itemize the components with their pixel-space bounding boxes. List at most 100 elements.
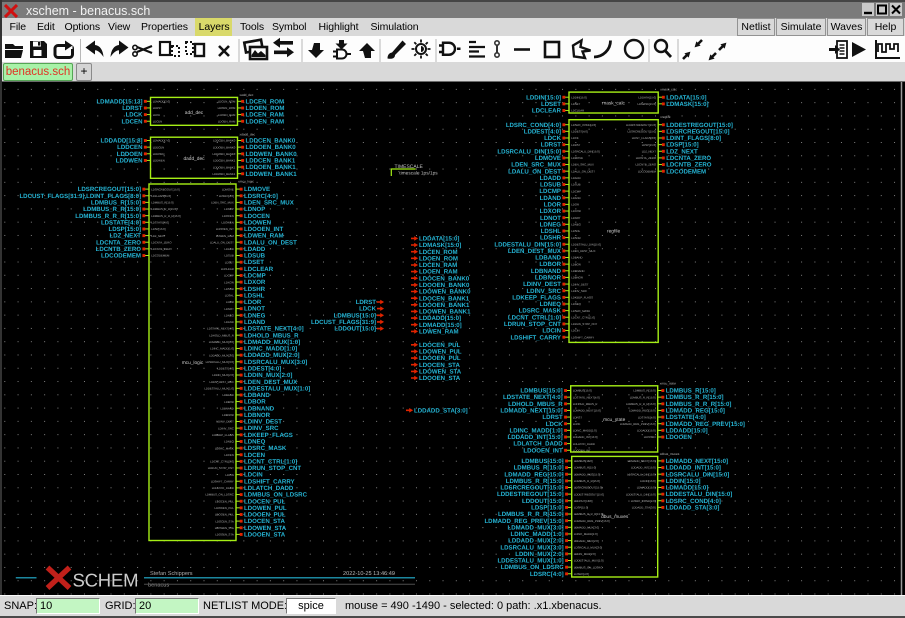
svg-text:LDSRCREGOUT[15:0]: LDSRCREGOUT[15:0] bbox=[628, 130, 657, 134]
svg-text:LDNEQ: LDNEQ bbox=[224, 440, 234, 444]
svg-text:LDMADD_MUX[3:0]: LDMADD_MUX[3:0] bbox=[574, 526, 599, 530]
svg-text:LDOOEN_INT: LDOOEN_INT bbox=[573, 449, 591, 453]
svg-text:LDOOEN_STA: LDOOEN_STA bbox=[215, 533, 234, 537]
svg-text:LDMADD[2:0]: LDMADD[2:0] bbox=[153, 100, 170, 104]
svg-text:LDNEQ: LDNEQ bbox=[571, 302, 581, 306]
svg-text:LDSP[15:0]: LDSP[15:0] bbox=[642, 143, 657, 147]
svg-text:LDDADD_MUX[2:0]: LDDADD_MUX[2:0] bbox=[574, 539, 599, 543]
svg-text:LDDCEN_BANK1: LDDCEN_BANK1 bbox=[213, 159, 236, 163]
svg-text:LDMADD[7:0]: LDMADD[7:0] bbox=[153, 139, 170, 143]
svg-text:LDSUB: LDSUB bbox=[571, 183, 580, 187]
svg-text:LDDIN[15:0]: LDDIN[15:0] bbox=[571, 95, 587, 99]
svg-text:LDSRCREGOUT[15:0]: LDSRCREGOUT[15:0] bbox=[151, 187, 180, 191]
svg-text:LDOR: LDOR bbox=[226, 300, 234, 304]
svg-text:LDDOEN: LDDOEN bbox=[153, 152, 165, 156]
svg-text:LDDCEN_BANK0: LDDCEN_BANK0 bbox=[213, 139, 236, 143]
svg-text:dadd_dec: dadd_dec bbox=[183, 156, 205, 162]
svg-text:LDSHR: LDSHR bbox=[224, 287, 233, 291]
svg-text:LDDESTALU_DIN[15:0]: LDDESTALU_DIN[15:0] bbox=[626, 492, 656, 496]
svg-text:LDOEN_RAM: LDOEN_RAM bbox=[218, 119, 236, 123]
svg-text:LDEN_SRC_MUX: LDEN_SRC_MUX bbox=[211, 201, 234, 205]
svg-text:LDEN_DEST_MUX: LDEN_DEST_MUX bbox=[571, 249, 595, 253]
svg-text:LDMBUS_R_R_R[15:0]: LDMBUS_R_R_R[15:0] bbox=[574, 512, 604, 516]
svg-text:LDSTATE_NEXT[4:0]: LDSTATE_NEXT[4:0] bbox=[573, 395, 600, 399]
svg-text:LDOCEN: LDOCEN bbox=[222, 214, 234, 218]
svg-text:LDSRC_MASK: LDSRC_MASK bbox=[571, 309, 590, 313]
svg-text:LDCLEAR: LDCLEAR bbox=[221, 267, 234, 271]
svg-text:LDALU_ON_DEST: LDALU_ON_DEST bbox=[571, 169, 595, 173]
svg-text:LDOWEN: LDOWEN bbox=[222, 221, 234, 225]
svg-text:LDCLEAR: LDCLEAR bbox=[532, 108, 562, 115]
svg-text:LDMADD_REG[15:0]: LDMADD_REG[15:0] bbox=[629, 409, 656, 413]
svg-text:LDDESTREGOUT[15:0]: LDDESTREGOUT[15:0] bbox=[574, 492, 604, 496]
svg-text:LDWEN_RAM: LDWEN_RAM bbox=[419, 329, 459, 336]
svg-text:LDNEG: LDNEG bbox=[224, 314, 234, 318]
svg-text:LDNOT: LDNOT bbox=[571, 216, 581, 220]
svg-text:LDMBUS[15:0]: LDMBUS[15:0] bbox=[573, 389, 592, 393]
svg-text:LDDOUT[15:0]: LDDOUT[15:0] bbox=[574, 499, 593, 503]
svg-text:LDCEN: LDCEN bbox=[224, 453, 233, 457]
svg-text:LDOWEN_PUL: LDOWEN_PUL bbox=[215, 506, 235, 510]
svg-text:LDINC_MADD[1:0]: LDINC_MADD[1:0] bbox=[210, 347, 234, 351]
svg-text:LDMADD_REG_PREV[15:0]: LDMADD_REG_PREV[15:0] bbox=[574, 519, 610, 523]
svg-text:LDEN_DEST_MUX: LDEN_DEST_MUX bbox=[210, 380, 234, 384]
svg-text:LDBOR: LDBOR bbox=[571, 262, 581, 266]
svg-text:LDDIN_MUX[2:0]: LDDIN_MUX[2:0] bbox=[574, 552, 596, 556]
svg-text:LDSRCALU_MUX[3:0]: LDSRCALU_MUX[3:0] bbox=[206, 360, 234, 364]
svg-text:LDSRC[4:0]: LDSRC[4:0] bbox=[530, 571, 564, 578]
svg-text:LDCK: LDCK bbox=[153, 113, 161, 117]
svg-text:LDSHIFT_CARRY: LDSHIFT_CARRY bbox=[211, 480, 234, 484]
svg-text:LDMBUS_R_R_R[15:0]: LDMBUS_R_R_R[15:0] bbox=[626, 402, 656, 406]
svg-text:LDDESTALU_MUX[1:0]: LDDESTALU_MUX[1:0] bbox=[204, 387, 234, 391]
svg-text:LDMASK[15:0]: LDMASK[15:0] bbox=[666, 101, 708, 108]
svg-text:LDDADD_STA[3:0]: LDDADD_STA[3:0] bbox=[666, 505, 720, 512]
svg-text:LDDATA[15:0]: LDDATA[15:0] bbox=[638, 95, 656, 99]
svg-text:LDCLEAR: LDCLEAR bbox=[571, 109, 584, 113]
svg-text:LDINV_SRC: LDINV_SRC bbox=[571, 289, 587, 293]
svg-text:LDMBUS_R_R_R[15:0]: LDMBUS_R_R_R[15:0] bbox=[151, 214, 181, 218]
svg-text:LDBAND: LDBAND bbox=[571, 256, 582, 260]
svg-text:LDADD: LDADD bbox=[224, 247, 233, 251]
svg-text:LDDADD_MUX[2:0]: LDDADD_MUX[2:0] bbox=[209, 353, 234, 357]
svg-text:LDMADD_REG_PREV[15:0]: LDMADD_REG_PREV[15:0] bbox=[620, 422, 656, 426]
svg-text:xmcu_state: xmcu_state bbox=[660, 381, 677, 385]
svg-text:LDZ_NEXT: LDZ_NEXT bbox=[642, 150, 657, 154]
svg-text:LDMBUS_R_R[15:0]: LDMBUS_R_R[15:0] bbox=[151, 207, 177, 211]
svg-text:LDMBUS[15:0]: LDMBUS[15:0] bbox=[574, 459, 593, 463]
svg-text:LDCIN: LDCIN bbox=[571, 329, 579, 333]
svg-text:LDCEN_ROM: LDCEN_ROM bbox=[218, 100, 236, 104]
svg-text:xadd_dec: xadd_dec bbox=[240, 93, 254, 97]
svg-text:LDXOR: LDXOR bbox=[224, 280, 234, 284]
svg-text:LDSTATE_NEXT[4:0]: LDSTATE_NEXT[4:0] bbox=[207, 327, 234, 331]
svg-text:LDDWEN_BANK1: LDDWEN_BANK1 bbox=[246, 171, 298, 178]
svg-text:LDCK: LDCK bbox=[573, 422, 581, 426]
svg-text:LDMBUS_R[15:0]: LDMBUS_R[15:0] bbox=[633, 389, 655, 393]
svg-text:LDDIN_MUX[2:0]: LDDIN_MUX[2:0] bbox=[212, 373, 234, 377]
svg-text:LDWEN_RAM: LDWEN_RAM bbox=[216, 234, 235, 238]
svg-text:LDSRC[4:0]: LDSRC[4:0] bbox=[574, 572, 589, 576]
svg-text:LDOOEN_PUL: LDOOEN_PUL bbox=[215, 513, 234, 517]
svg-text:LDCNTA_ZERO: LDCNTA_ZERO bbox=[636, 156, 657, 160]
svg-text:mask_calc: mask_calc bbox=[602, 101, 625, 107]
svg-text:LDOEN_ROM: LDOEN_ROM bbox=[218, 106, 236, 110]
svg-text:LDSHR: LDSHR bbox=[571, 236, 580, 240]
svg-text:LDNEG: LDNEG bbox=[571, 223, 581, 227]
svg-text:LDSHL: LDSHL bbox=[571, 229, 580, 233]
svg-text:LDBAND: LDBAND bbox=[222, 393, 233, 397]
svg-text:LDINC_MADD[1:0]: LDINC_MADD[1:0] bbox=[573, 429, 597, 433]
svg-text:LDOOEN: LDOOEN bbox=[666, 434, 692, 441]
svg-text:LDDEST[4:0]: LDDEST[4:0] bbox=[571, 130, 588, 134]
svg-text:LDCNT_CTRL[1:0]: LDCNT_CTRL[1:0] bbox=[571, 316, 595, 320]
svg-text:LDDWEN_BANK0: LDDWEN_BANK0 bbox=[212, 152, 235, 156]
svg-text:LDMBUS_R[15:0]: LDMBUS_R[15:0] bbox=[151, 201, 173, 205]
svg-text:LDBOR: LDBOR bbox=[224, 400, 234, 404]
svg-text:LDCEN: LDCEN bbox=[122, 118, 143, 125]
svg-text:regfile: regfile bbox=[607, 229, 620, 235]
svg-text:LDINV_DEST: LDINV_DEST bbox=[217, 420, 235, 424]
svg-text:xdbus_muxes: xdbus_muxes bbox=[660, 452, 680, 456]
svg-text:LDMADD_NEXT[15:0]: LDMADD_NEXT[15:0] bbox=[628, 459, 656, 463]
svg-text:LDXOR: LDXOR bbox=[571, 209, 581, 213]
svg-text:LDMADD[15:0]: LDMADD[15:0] bbox=[637, 486, 656, 490]
svg-text:xmask_calc: xmask_calc bbox=[660, 88, 677, 92]
svg-text:LDALU_ON_DEST: LDALU_ON_DEST bbox=[210, 240, 234, 244]
